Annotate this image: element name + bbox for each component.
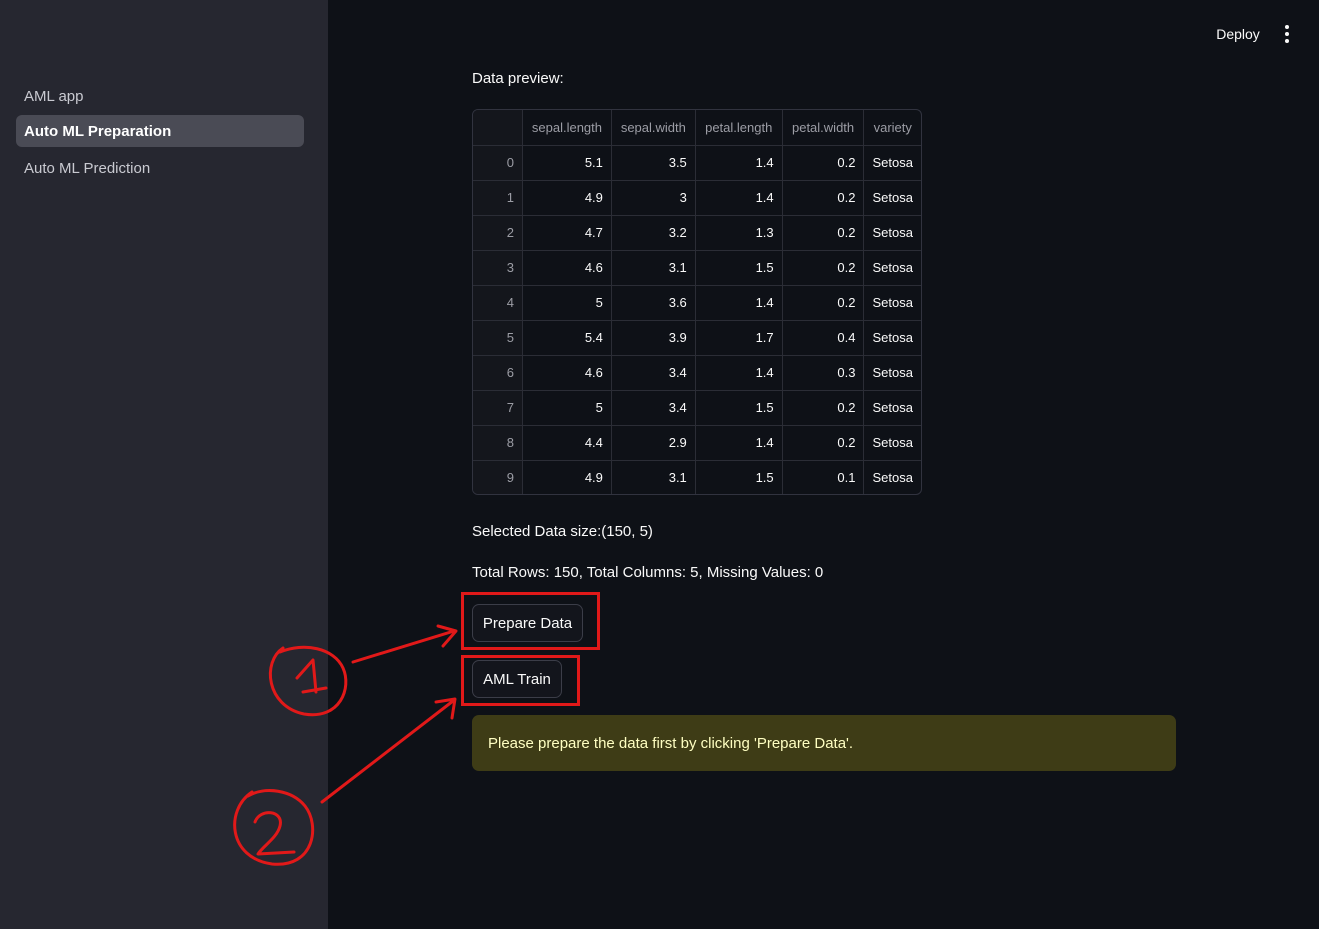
annotation-arrow-2 <box>320 697 457 804</box>
annotation-layer <box>233 624 458 866</box>
annotation-digit-1 <box>295 658 328 694</box>
annotation-arrow-1 <box>351 624 458 664</box>
annotation-digit-2 <box>253 811 296 856</box>
annotation-circle-1 <box>268 645 348 717</box>
